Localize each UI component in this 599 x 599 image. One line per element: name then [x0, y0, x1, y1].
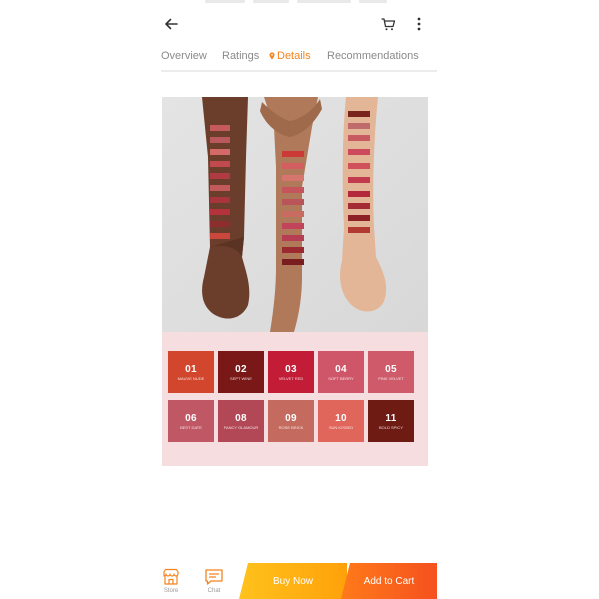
shade-swatch: 11 Bold Spicy [368, 400, 414, 442]
chat-icon [205, 569, 223, 585]
shade-swatch: 02 Sept Wine [218, 351, 264, 393]
shade-name: Sun Kissed [328, 424, 354, 430]
shade-swatch: 10 Sun Kissed [318, 400, 364, 442]
more-options-button[interactable] [412, 11, 426, 37]
tab-details[interactable]: Details [269, 50, 311, 62]
back-button[interactable] [157, 10, 185, 38]
shade-name: Rose Brick [278, 424, 304, 430]
shade-number: 11 [385, 412, 397, 424]
shade-name: Best Date [180, 424, 202, 430]
shade-swatch: 03 Velvet Red [268, 351, 314, 393]
add-to-cart-button[interactable]: Add to Cart [341, 563, 437, 599]
store-icon [163, 568, 179, 585]
shade-swatch: 01 Mauve Nude [168, 351, 214, 393]
chat-label: Chat [207, 588, 221, 594]
buy-now-button[interactable]: Buy Now [239, 563, 347, 599]
tab-ratings[interactable]: Ratings [222, 50, 259, 62]
tab-recommendations[interactable]: Recommendations [327, 50, 419, 62]
app-bar [161, 6, 437, 44]
shade-number: 09 [285, 412, 297, 424]
pin-icon [269, 52, 275, 60]
shade-name: Velvet Red [278, 375, 304, 381]
shade-number: 06 [185, 412, 197, 424]
store-label: Store [163, 588, 179, 594]
arrow-left-icon [165, 18, 178, 30]
store-button[interactable]: Store [161, 568, 181, 594]
cart-icon [381, 18, 396, 31]
shade-name: Fancy Glamour [223, 424, 259, 430]
shade-number: 03 [285, 363, 297, 375]
tab-details-label: Details [277, 50, 311, 62]
status-strip [161, 0, 437, 5]
shade-chart: 01 Mauve Nude 02 Sept Wine 03 Velvet Red 04 Sof… [162, 332, 428, 466]
shade-name: Pink Velvet [378, 375, 404, 381]
product-image[interactable]: 01 Mauve Nude 02 Sept Wine 03 Velvet Red 04 Sof… [162, 97, 428, 466]
bottom-action-bar: Store Chat Buy Now Add to Cart [161, 563, 437, 599]
tab-overview[interactable]: Overview [161, 50, 207, 62]
chat-button[interactable]: Chat [203, 568, 225, 594]
shade-number: 01 [185, 363, 197, 375]
cart-button[interactable] [376, 11, 400, 37]
shade-swatch: 04 Soft Berry [318, 351, 364, 393]
section-tabs: Overview Ratings Details Recommendations [161, 44, 437, 72]
shade-number: 08 [235, 412, 247, 424]
shade-swatch: 08 Fancy Glamour [218, 400, 264, 442]
shade-swatch: 09 Rose Brick [268, 400, 314, 442]
arm-swatches-photo [162, 97, 428, 332]
shade-swatch: 05 Pink Velvet [368, 351, 414, 393]
shade-number: 02 [235, 363, 247, 375]
shade-name: Sept Wine [230, 375, 252, 381]
product-page: Overview Ratings Details Recommendations [161, 0, 437, 599]
more-vertical-icon [417, 17, 421, 31]
shade-swatch: 06 Best Date [168, 400, 214, 442]
shade-name: Soft Berry [328, 375, 354, 381]
shade-number: 05 [385, 363, 397, 375]
shade-name: Mauve Nude [177, 375, 205, 381]
shade-number: 04 [335, 363, 347, 375]
shade-name: Bold Spicy [378, 424, 403, 430]
shade-number: 10 [335, 412, 347, 424]
